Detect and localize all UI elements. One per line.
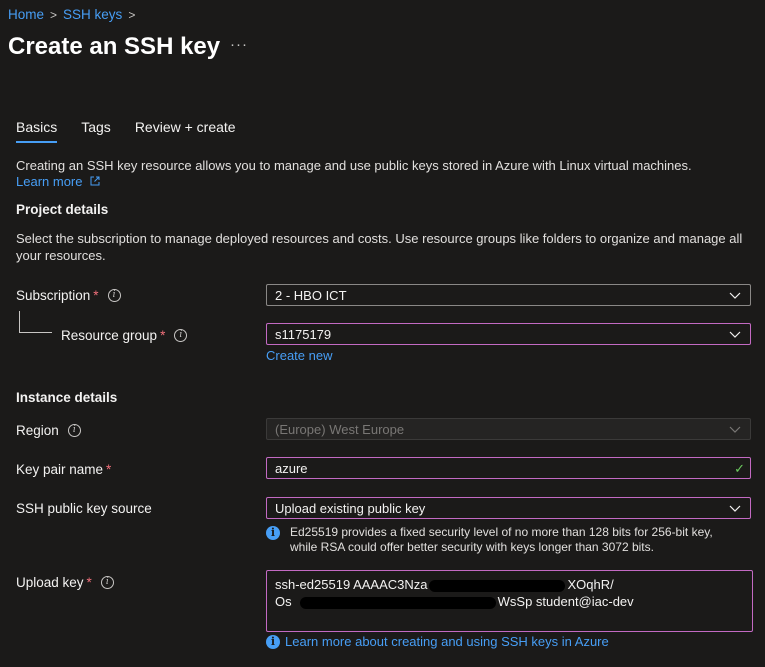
tab-basics[interactable]: Basics — [16, 119, 58, 143]
check-icon: ✓ — [734, 461, 745, 476]
resource-group-label-text: Resource group — [61, 328, 158, 343]
required-marker: * — [86, 575, 92, 590]
info-icon[interactable]: i — [107, 289, 121, 302]
redaction-mark — [429, 579, 566, 592]
resource-group-value: s1175179 — [275, 326, 332, 342]
learn-ssh-link[interactable]: Learn more about creating and using SSH … — [285, 634, 609, 649]
subscription-label-text: Subscription — [16, 288, 91, 303]
instance-details-heading: Instance details — [16, 390, 118, 405]
breadcrumb-home-link[interactable]: Home — [8, 7, 44, 22]
breadcrumb-ssh-keys-link[interactable]: SSH keys — [63, 7, 122, 22]
key-pair-label-text: Key pair name — [16, 462, 104, 477]
resource-group-label: Resource group * i — [61, 328, 188, 343]
tab-tags[interactable]: Tags — [81, 119, 111, 143]
key-pair-label: Key pair name * — [16, 462, 111, 477]
region-label: Region i — [16, 423, 81, 438]
info-icon[interactable]: i — [100, 576, 114, 589]
ssh-source-value: Upload existing public key — [275, 500, 426, 516]
required-marker: * — [106, 462, 112, 477]
required-marker: * — [93, 288, 99, 303]
tree-connector — [19, 311, 52, 333]
chevron-right-icon: > — [128, 7, 136, 22]
learn-more-link[interactable]: Learn more — [16, 174, 82, 189]
upload-key-line-2-end: WsSp student@iac-dev — [497, 594, 634, 609]
info-filled-icon: i — [266, 634, 280, 649]
learn-more[interactable]: Learn more — [16, 174, 100, 189]
project-details-heading: Project details — [16, 202, 109, 217]
key-pair-value: azure — [275, 460, 308, 476]
info-filled-icon: i — [266, 526, 280, 540]
region-value: (Europe) West Europe — [275, 421, 405, 437]
region-select: (Europe) West Europe — [266, 418, 751, 440]
redaction-mark — [299, 596, 496, 609]
ssh-source-select[interactable]: Upload existing public key — [266, 497, 751, 519]
upload-key-label-text: Upload key — [16, 575, 84, 590]
subscription-select[interactable]: 2 - HBO ICT — [266, 284, 751, 306]
subscription-value: 2 - HBO ICT — [275, 287, 347, 303]
chevron-down-icon — [729, 292, 741, 299]
note-line-1: Ed25519 provides a fixed security level … — [290, 525, 713, 539]
chevron-right-icon: > — [50, 7, 58, 22]
intro-text: Creating an SSH key resource allows you … — [16, 158, 692, 173]
info-icon[interactable]: i — [67, 424, 81, 437]
chevron-down-icon — [729, 331, 741, 338]
ssh-source-label: SSH public key source — [16, 501, 152, 516]
note-line-2: while RSA could offer better security wi… — [290, 540, 654, 554]
chevron-down-icon — [729, 426, 741, 433]
upload-key-line-2-start: Os — [275, 594, 292, 609]
upload-key-line-1-end: XOqhR/ — [567, 577, 614, 592]
create-new-link[interactable]: Create new — [266, 348, 332, 363]
required-marker: * — [160, 328, 166, 343]
breadcrumb: Home > SSH keys > — [8, 7, 141, 22]
upload-key-line-1: ssh-ed25519 AAAAC3Nza XOqhR/ — [275, 576, 744, 593]
key-pair-name-input[interactable]: azure ✓ — [266, 457, 751, 479]
region-label-text: Region — [16, 423, 59, 438]
page-title: Create an SSH key — [8, 33, 221, 60]
subscription-label: Subscription * i — [16, 288, 121, 303]
external-link-icon — [90, 176, 100, 186]
ssh-source-label-text: SSH public key source — [16, 501, 152, 516]
upload-key-textarea[interactable]: ssh-ed25519 AAAAC3Nza XOqhR/ Os WsSp stude… — [266, 570, 753, 632]
info-icon[interactable]: i — [174, 329, 188, 342]
resource-group-select[interactable]: s1175179 — [266, 323, 751, 345]
tab-bar: Basics Tags Review + create — [16, 119, 260, 143]
more-options-icon[interactable]: ··· — [230, 36, 248, 53]
upload-key-line-2: Os WsSp student@iac-dev — [275, 593, 744, 610]
key-type-note: i Ed25519 provides a fixed security leve… — [266, 525, 713, 555]
project-description: Select the subscription to manage deploy… — [16, 231, 743, 263]
chevron-down-icon — [729, 505, 741, 512]
learn-ssh-note: i Learn more about creating and using SS… — [266, 634, 609, 649]
upload-key-line-1-start: ssh-ed25519 AAAAC3Nza — [275, 577, 428, 592]
upload-key-label: Upload key * i — [16, 575, 114, 590]
tab-review-create[interactable]: Review + create — [135, 119, 236, 143]
